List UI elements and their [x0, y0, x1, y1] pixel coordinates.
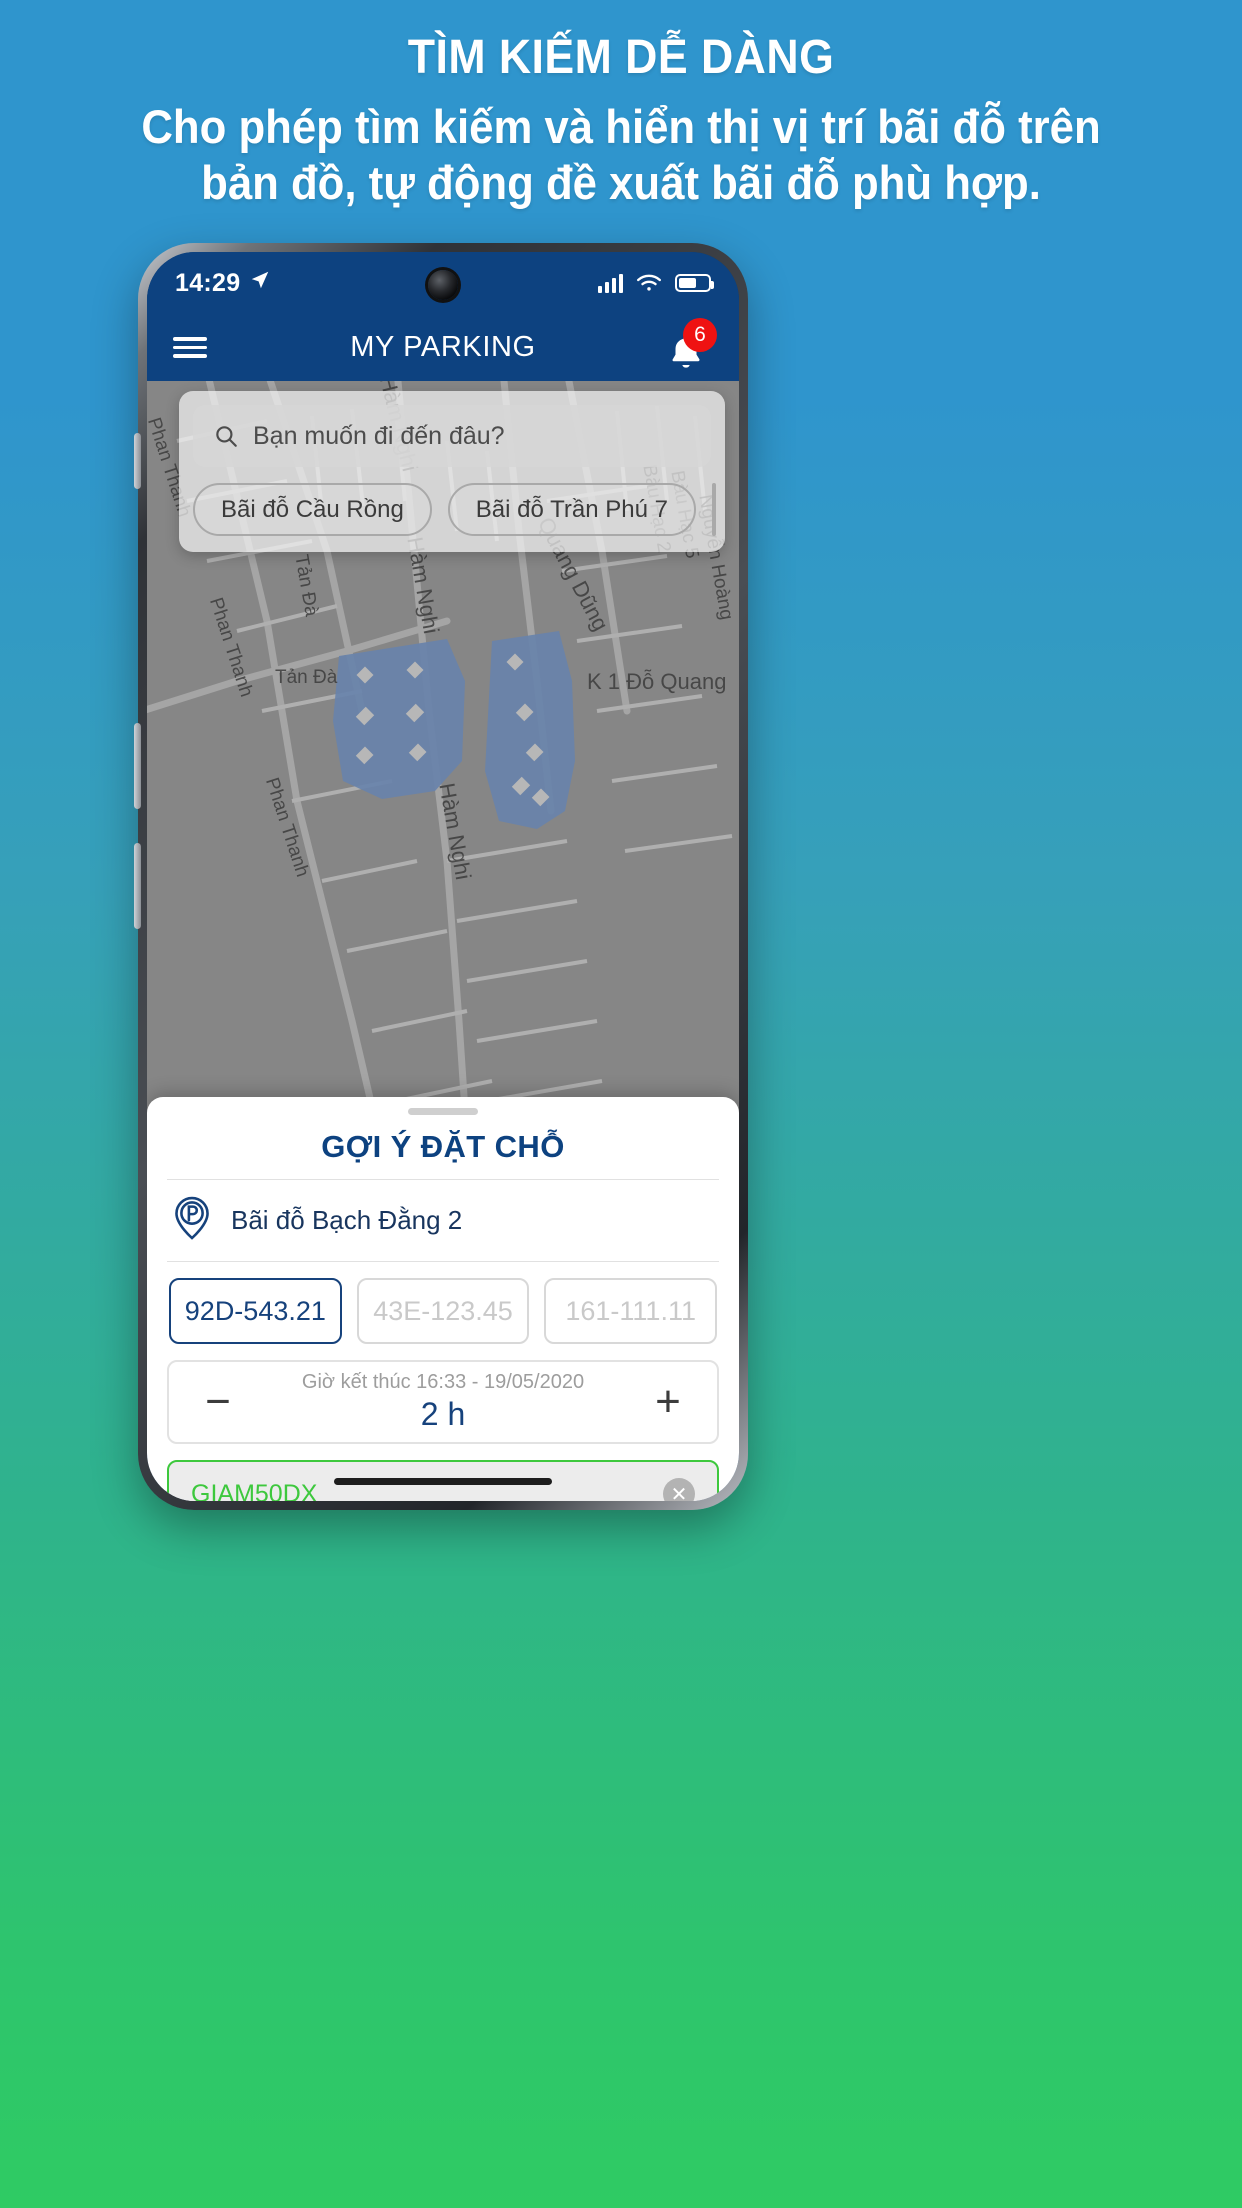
search-input[interactable]: Bạn muốn đi đến đâu?	[193, 405, 711, 467]
hamburger-menu-icon[interactable]	[173, 332, 207, 363]
duration-value: 2 h	[420, 1396, 466, 1432]
phone-screen: Phan Thanh Phan Thanh Phan Thanh Tản Đà …	[147, 252, 739, 1501]
status-icons	[598, 273, 714, 293]
home-indicator	[334, 1478, 552, 1485]
app-bar: MY PARKING 6	[147, 314, 739, 381]
plate-option[interactable]: 43E-123.45	[356, 1278, 530, 1344]
duration-display: Giờ kết thúc 16:33 - 19/05/2020 2 h	[241, 1371, 645, 1433]
promo-banner: TÌM KIẾM DỄ DÀNG Cho phép tìm kiếm và hi…	[0, 30, 1242, 211]
duration-end-time: Giờ kết thúc 16:33 - 19/05/2020	[301, 1371, 585, 1393]
status-time: 14:29	[175, 268, 241, 297]
search-card: Bạn muốn đi đến đâu? Bãi đỗ Cầu Rồng Bãi…	[179, 391, 725, 552]
phone-side-button-mid	[134, 723, 141, 809]
duration-decrease-button[interactable]: −	[195, 1380, 241, 1424]
clear-circle-icon[interactable]: ✕	[663, 1478, 695, 1501]
chip-bai-do-cau-rong[interactable]: Bãi đỗ Cầu Rồng	[193, 483, 432, 536]
booking-bottom-sheet: GỢI Ý ĐẶT CHỖ Bãi đỗ Bạch Đằng 2 92D-543…	[147, 1097, 739, 1501]
cellular-signal-icon	[598, 273, 623, 293]
phone-side-button-top	[134, 433, 141, 489]
promo-headline-line1: TÌM KIẾM DỄ DÀNG	[407, 31, 835, 84]
battery-icon	[675, 274, 714, 292]
chip-bai-do-tran-phu-7[interactable]: Bãi đỗ Trần Phú 7	[447, 483, 696, 536]
plate-value: 161-111.11	[565, 1295, 696, 1326]
wifi-icon	[636, 274, 662, 291]
promo-headline-line2: Cho phép tìm kiếm và hiển thị vị trí bãi…	[141, 99, 1101, 153]
plate-value: 92D-543.21	[184, 1295, 326, 1326]
parking-lot-name: Bãi đỗ Bạch Đằng 2	[231, 1205, 463, 1235]
notification-badge: 6	[683, 317, 717, 352]
phone-mockup: Phan Thanh Phan Thanh Phan Thanh Tản Đà …	[134, 243, 748, 1510]
plate-option[interactable]: 161-111.11	[544, 1278, 718, 1344]
parking-lot-row[interactable]: Bãi đỗ Bạch Đằng 2	[167, 1180, 719, 1262]
page-title: MY PARKING	[350, 331, 536, 363]
duration-increase-button[interactable]: +	[645, 1380, 691, 1424]
search-placeholder: Bạn muốn đi đến đâu?	[253, 421, 505, 450]
license-plate-selector: 92D-543.21 43E-123.45 161-111.11	[167, 1262, 719, 1344]
parking-pin-icon	[173, 1196, 211, 1245]
chip-overflow[interactable]	[711, 483, 716, 536]
search-icon	[216, 426, 237, 447]
sheet-drag-handle[interactable]	[408, 1108, 478, 1115]
notifications-button[interactable]: 6	[661, 317, 717, 374]
camera-punch-hole	[428, 270, 458, 300]
phone-side-button-bottom	[134, 843, 141, 929]
sheet-title: GỢI Ý ĐẶT CHỖ	[167, 1129, 719, 1180]
plate-value: 43E-123.45	[373, 1295, 513, 1326]
search-suggestion-chips: Bãi đỗ Cầu Rồng Bãi đỗ Trần Phú 7	[193, 483, 716, 536]
duration-stepper: − Giờ kết thúc 16:33 - 19/05/2020 2 h +	[167, 1360, 719, 1444]
chip-label: Bãi đỗ Cầu Rồng	[221, 495, 404, 523]
plate-option-selected[interactable]: 92D-543.21	[169, 1278, 342, 1344]
promo-headline-line3: bản đồ, tự động đề xuất bãi đỗ phù hợp.	[201, 156, 1041, 210]
navigation-arrow-icon	[249, 269, 271, 297]
status-bar: 14:29	[147, 252, 739, 314]
chip-label: Bãi đỗ Trần Phú 7	[475, 495, 668, 523]
